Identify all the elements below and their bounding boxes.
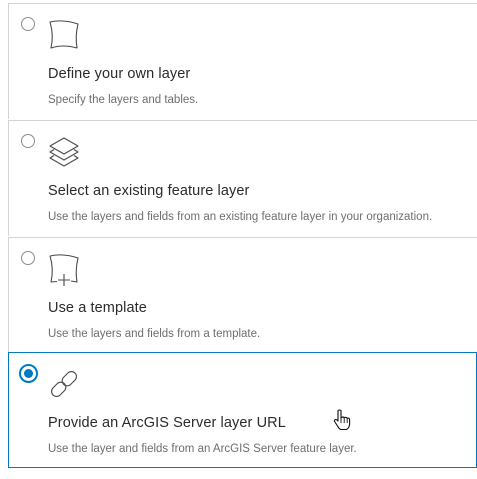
layer-source-options: Define your own layer Specify the layers… [8, 3, 477, 469]
option-use-template[interactable]: Use a template Use the layers and fields… [8, 237, 477, 353]
option-title: Select an existing feature layer [48, 183, 250, 199]
option-arcgis-server-layer-url-radio[interactable] [19, 364, 38, 383]
link-icon [47, 367, 81, 401]
option-define-own-layer-radio[interactable] [21, 17, 35, 31]
option-use-template-radio[interactable] [21, 251, 35, 265]
option-description: Specify the layers and tables. [48, 94, 199, 106]
layer-shape-icon [47, 18, 81, 52]
option-select-existing-feature-layer-radio[interactable] [21, 134, 35, 148]
option-define-own-layer[interactable]: Define your own layer Specify the layers… [8, 3, 477, 119]
layer-add-icon [47, 252, 81, 286]
option-description: Use the layer and fields from an ArcGIS … [48, 443, 357, 455]
option-description: Use the layers and fields from a templat… [48, 328, 261, 340]
option-arcgis-server-layer-url[interactable]: Provide an ArcGIS Server layer URL Use t… [8, 352, 477, 468]
option-title: Define your own layer [48, 66, 191, 82]
option-title: Provide an ArcGIS Server layer URL [48, 415, 286, 431]
option-title: Use a template [48, 300, 147, 316]
option-description: Use the layers and fields from an existi… [48, 211, 433, 223]
layers-stack-icon [47, 135, 81, 169]
hand-pointer-cursor-icon [333, 409, 351, 431]
option-select-existing-feature-layer[interactable]: Select an existing feature layer Use the… [8, 120, 477, 236]
